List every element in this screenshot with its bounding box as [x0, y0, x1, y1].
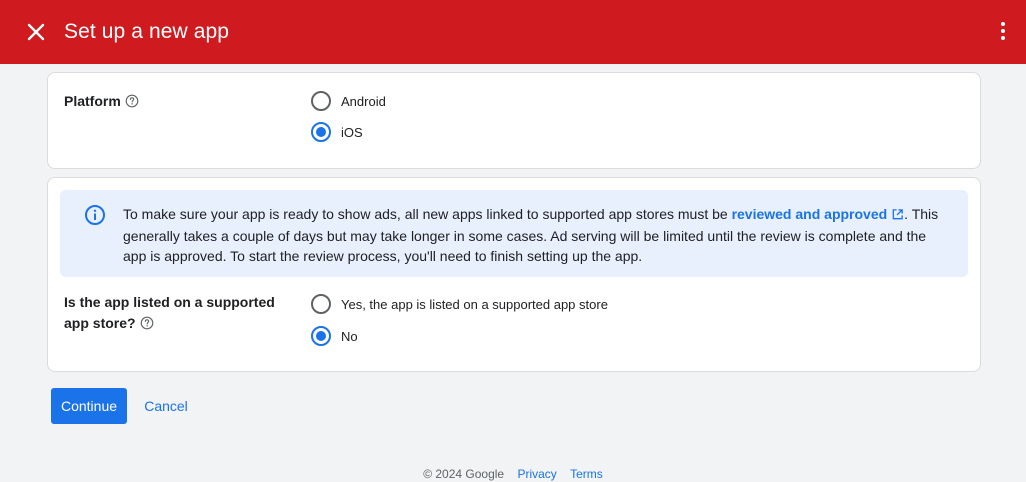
radio-label-android: Android: [341, 93, 386, 109]
continue-button[interactable]: Continue: [51, 388, 127, 424]
radio-checked-ios[interactable]: [311, 122, 331, 142]
copyright-text: © 2024 Google: [423, 467, 505, 481]
info-link-text: reviewed and approved: [731, 206, 888, 222]
top-app-bar: Set up a new app: [0, 0, 1026, 64]
open-in-new-icon: [891, 206, 904, 226]
app-listed-label-line2-row: app store?: [64, 313, 275, 336]
reviewed-and-approved-link[interactable]: reviewed and approved: [732, 206, 905, 222]
app-listed-label-line1: Is the app listed on a supported: [64, 294, 275, 310]
app-listed-label-line2: app store?: [64, 315, 136, 331]
listed-option-no[interactable]: No: [311, 325, 358, 347]
platform-label: Platform: [64, 91, 139, 114]
radio-label-no: No: [341, 328, 358, 344]
app-store-card: To make sure your app is ready to show a…: [47, 177, 981, 372]
platform-option-ios[interactable]: iOS: [311, 121, 363, 143]
privacy-link[interactable]: Privacy: [517, 467, 556, 481]
app-listed-label: Is the app listed on a supported app sto…: [64, 292, 275, 336]
info-outline-icon: [84, 204, 106, 231]
review-info-text: To make sure your app is ready to show a…: [123, 204, 953, 266]
more-options-button[interactable]: [990, 16, 1016, 46]
help-outline-icon[interactable]: [140, 315, 154, 336]
platform-option-android[interactable]: Android: [311, 90, 386, 112]
page-title: Set up a new app: [64, 20, 230, 43]
more-vert-icon: [1001, 22, 1005, 40]
cancel-button[interactable]: Cancel: [136, 388, 196, 424]
terms-link[interactable]: Terms: [570, 467, 603, 481]
platform-card: Platform Android iOS: [47, 72, 981, 169]
radio-unchecked-android[interactable]: [311, 91, 331, 111]
radio-checked-no[interactable]: [311, 326, 331, 346]
platform-label-text: Platform: [64, 93, 121, 109]
radio-unchecked-yes[interactable]: [311, 294, 331, 314]
help-outline-icon[interactable]: [125, 93, 139, 114]
close-icon: [27, 23, 45, 41]
info-text-before: To make sure your app is ready to show a…: [123, 206, 732, 222]
radio-label-yes: Yes, the app is listed on a supported ap…: [341, 296, 608, 312]
review-info-banner: To make sure your app is ready to show a…: [60, 190, 968, 277]
close-button[interactable]: [22, 18, 50, 46]
radio-label-ios: iOS: [341, 124, 363, 140]
listed-option-yes[interactable]: Yes, the app is listed on a supported ap…: [311, 293, 608, 315]
